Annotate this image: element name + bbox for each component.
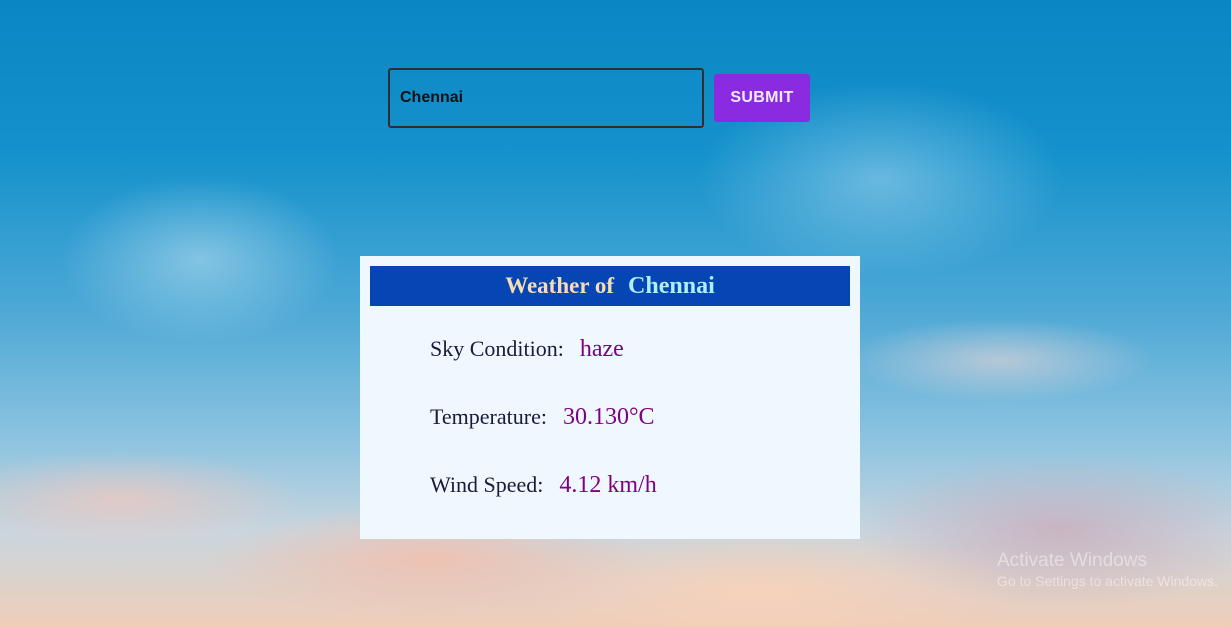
city-search-input[interactable]	[388, 68, 704, 128]
weather-card: Weather of Chennai Sky Condition: haze T…	[360, 256, 860, 539]
temperature-value: 30.130°C	[562, 404, 655, 430]
weather-card-header: Weather of Chennai	[370, 266, 850, 306]
activate-windows-subtitle: Go to Settings to activate Windows.	[997, 572, 1218, 589]
sky-condition-label: Sky Condition:	[430, 336, 564, 361]
wind-speed-row: Wind Speed: 4.12 km/h	[430, 472, 657, 499]
temperature-row: Temperature: 30.130°C	[430, 404, 655, 431]
submit-button[interactable]: SUBMIT	[714, 74, 810, 122]
wind-speed-label: Wind Speed:	[430, 472, 544, 497]
temperature-label: Temperature:	[430, 404, 547, 429]
search-bar: SUBMIT	[388, 68, 810, 128]
sky-condition-value: haze	[579, 336, 624, 362]
wind-speed-value: 4.12 km/h	[559, 472, 657, 498]
header-prefix: Weather of	[505, 273, 615, 298]
header-city-name: Chennai	[628, 272, 715, 299]
activate-windows-watermark: Activate Windows Go to Settings to activ…	[997, 550, 1218, 590]
sky-condition-row: Sky Condition: haze	[430, 336, 624, 363]
activate-windows-title: Activate Windows	[997, 550, 1147, 571]
